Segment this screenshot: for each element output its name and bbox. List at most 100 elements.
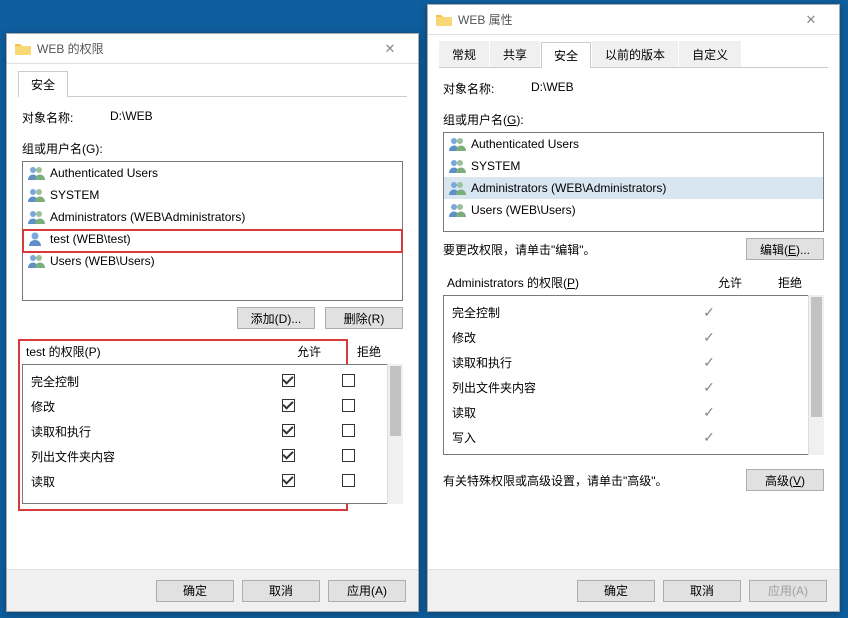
- scrollbar[interactable]: [387, 364, 403, 504]
- list-item[interactable]: Authenticated Users: [23, 162, 402, 184]
- ok-button[interactable]: 确定: [577, 580, 655, 602]
- edit-hint-row: 要更改权限，请单击"编辑"。 编辑(E)...: [443, 238, 824, 260]
- deny-checkbox[interactable]: [342, 399, 355, 412]
- permissions-listbox[interactable]: 完全控制✓修改✓读取和执行✓列出文件夹内容✓读取✓写入✓: [443, 295, 824, 455]
- users-listbox[interactable]: Authenticated Users SYSTEMAdministrators …: [443, 132, 824, 232]
- perm-row: 读取和执行✓: [444, 350, 807, 375]
- perm-name: 读取和执行: [31, 423, 258, 440]
- deny-checkbox[interactable]: [342, 374, 355, 387]
- perm-name: 完全控制: [452, 304, 679, 321]
- allow-checkbox[interactable]: [282, 399, 295, 412]
- user-button-row: 添加(D)... 删除(R): [22, 307, 403, 329]
- tab-security[interactable]: 安全: [541, 42, 591, 68]
- col-deny: 拒绝: [339, 343, 399, 360]
- tab-customize[interactable]: 自定义: [679, 41, 741, 67]
- tab-bar: 常规 共享 安全 以前的版本 自定义: [439, 41, 828, 68]
- perm-name: 完全控制: [31, 373, 258, 390]
- group-icon: [448, 158, 468, 174]
- list-item[interactable]: SYSTEM: [444, 155, 823, 177]
- object-name-label: 对象名称:: [443, 80, 531, 97]
- cancel-button[interactable]: 取消: [663, 580, 741, 602]
- object-name-row: 对象名称: D:\WEB: [443, 80, 824, 97]
- group-icon: [27, 209, 47, 225]
- perm-row: 读取和执行: [23, 419, 386, 444]
- advanced-button[interactable]: 高级(V): [746, 469, 824, 491]
- allow-indicator: ✓: [679, 304, 739, 321]
- perm-name: 读取和执行: [452, 354, 679, 371]
- list-item-label: Authenticated Users: [471, 137, 579, 151]
- list-item-label: test (WEB\test): [50, 232, 131, 246]
- apply-button[interactable]: 应用(A): [328, 580, 406, 602]
- close-button[interactable]: ✕: [791, 8, 831, 32]
- perm-name: 列出文件夹内容: [452, 379, 679, 396]
- perm-name: 读取: [452, 404, 679, 421]
- perm-name: 列出文件夹内容: [31, 448, 258, 465]
- perm-row: 读取: [23, 469, 386, 494]
- perm-row: 列出文件夹内容: [23, 444, 386, 469]
- list-item[interactable]: Administrators (WEB\Administrators): [444, 177, 823, 199]
- col-allow: 允许: [700, 274, 760, 291]
- group-icon: [448, 202, 468, 218]
- perm-header: Administrators 的权限(P) 允许 拒绝: [443, 274, 824, 295]
- perm-row: 修改: [23, 394, 386, 419]
- close-button[interactable]: ✕: [370, 37, 410, 61]
- perm-row: 完全控制: [23, 369, 386, 394]
- tab-previous[interactable]: 以前的版本: [592, 41, 678, 67]
- perm-name: 读取: [31, 473, 258, 490]
- edit-button[interactable]: 编辑(E)...: [746, 238, 824, 260]
- list-item-label: Users (WEB\Users): [471, 203, 576, 217]
- tab-sharing[interactable]: 共享: [490, 41, 540, 67]
- perm-row: 列出文件夹内容✓: [444, 375, 807, 400]
- tab-bar: 安全: [18, 70, 407, 97]
- deny-checkbox[interactable]: [342, 424, 355, 437]
- allow-indicator: ✓: [679, 329, 739, 346]
- titlebar: WEB 属性 ✕: [428, 5, 839, 35]
- user-icon: [27, 231, 47, 247]
- perm-name: 写入: [452, 429, 679, 446]
- cancel-button[interactable]: 取消: [242, 580, 320, 602]
- col-allow: 允许: [279, 343, 339, 360]
- allow-checkbox[interactable]: [282, 374, 295, 387]
- object-name-value: D:\WEB: [531, 80, 574, 97]
- ok-button[interactable]: 确定: [156, 580, 234, 602]
- group-icon: [27, 165, 47, 181]
- apply-button[interactable]: 应用(A): [749, 580, 827, 602]
- list-item-label: Authenticated Users: [50, 166, 158, 180]
- group-icon: [448, 180, 468, 196]
- add-button[interactable]: 添加(D)...: [237, 307, 315, 329]
- object-name-label: 对象名称:: [22, 109, 110, 126]
- group-icon: [27, 253, 47, 269]
- users-listbox[interactable]: Authenticated Users SYSTEM Administrators …: [22, 161, 403, 301]
- perm-title: test 的权限(P): [26, 343, 279, 360]
- deny-checkbox[interactable]: [342, 474, 355, 487]
- list-item[interactable]: Users (WEB\Users): [444, 199, 823, 221]
- allow-checkbox[interactable]: [282, 424, 295, 437]
- group-icon: [448, 136, 468, 152]
- properties-dialog: WEB 属性 ✕ 常规 共享 安全 以前的版本 自定义 对象名称: D:\WEB…: [427, 4, 840, 612]
- list-item-label: Administrators (WEB\Administrators): [50, 210, 245, 224]
- perm-header: test 的权限(P) 允许 拒绝: [22, 343, 403, 364]
- list-item[interactable]: test (WEB\test): [23, 228, 402, 250]
- dialog-body: 常规 共享 安全 以前的版本 自定义 对象名称: D:\WEB 组或用户名(G)…: [428, 35, 839, 501]
- list-item[interactable]: Administrators (WEB\Administrators): [23, 206, 402, 228]
- deny-checkbox[interactable]: [342, 449, 355, 462]
- remove-button[interactable]: 删除(R): [325, 307, 403, 329]
- list-item[interactable]: Authenticated Users: [444, 133, 823, 155]
- list-item[interactable]: Users (WEB\Users): [23, 250, 402, 272]
- dialog-body: 安全 对象名称: D:\WEB 组或用户名(G): Authenticated …: [7, 64, 418, 514]
- tab-general[interactable]: 常规: [439, 41, 489, 67]
- allow-checkbox[interactable]: [282, 474, 295, 487]
- col-deny: 拒绝: [760, 274, 820, 291]
- dialog-title: WEB 的权限: [37, 40, 370, 57]
- allow-checkbox[interactable]: [282, 449, 295, 462]
- list-item-label: SYSTEM: [50, 188, 99, 202]
- permissions-listbox[interactable]: 完全控制修改读取和执行列出文件夹内容读取: [22, 364, 403, 504]
- scrollbar[interactable]: [808, 295, 824, 455]
- folder-icon: [15, 42, 31, 55]
- tab-content: 对象名称: D:\WEB 组或用户名(G): Authenticated Use…: [18, 97, 407, 508]
- dialog-title: WEB 属性: [458, 11, 791, 28]
- permissions-dialog: WEB 的权限 ✕ 安全 对象名称: D:\WEB 组或用户名(G): Auth…: [6, 33, 419, 612]
- edit-hint-text: 要更改权限，请单击"编辑"。: [443, 241, 746, 258]
- list-item[interactable]: SYSTEM: [23, 184, 402, 206]
- tab-security[interactable]: 安全: [18, 71, 68, 97]
